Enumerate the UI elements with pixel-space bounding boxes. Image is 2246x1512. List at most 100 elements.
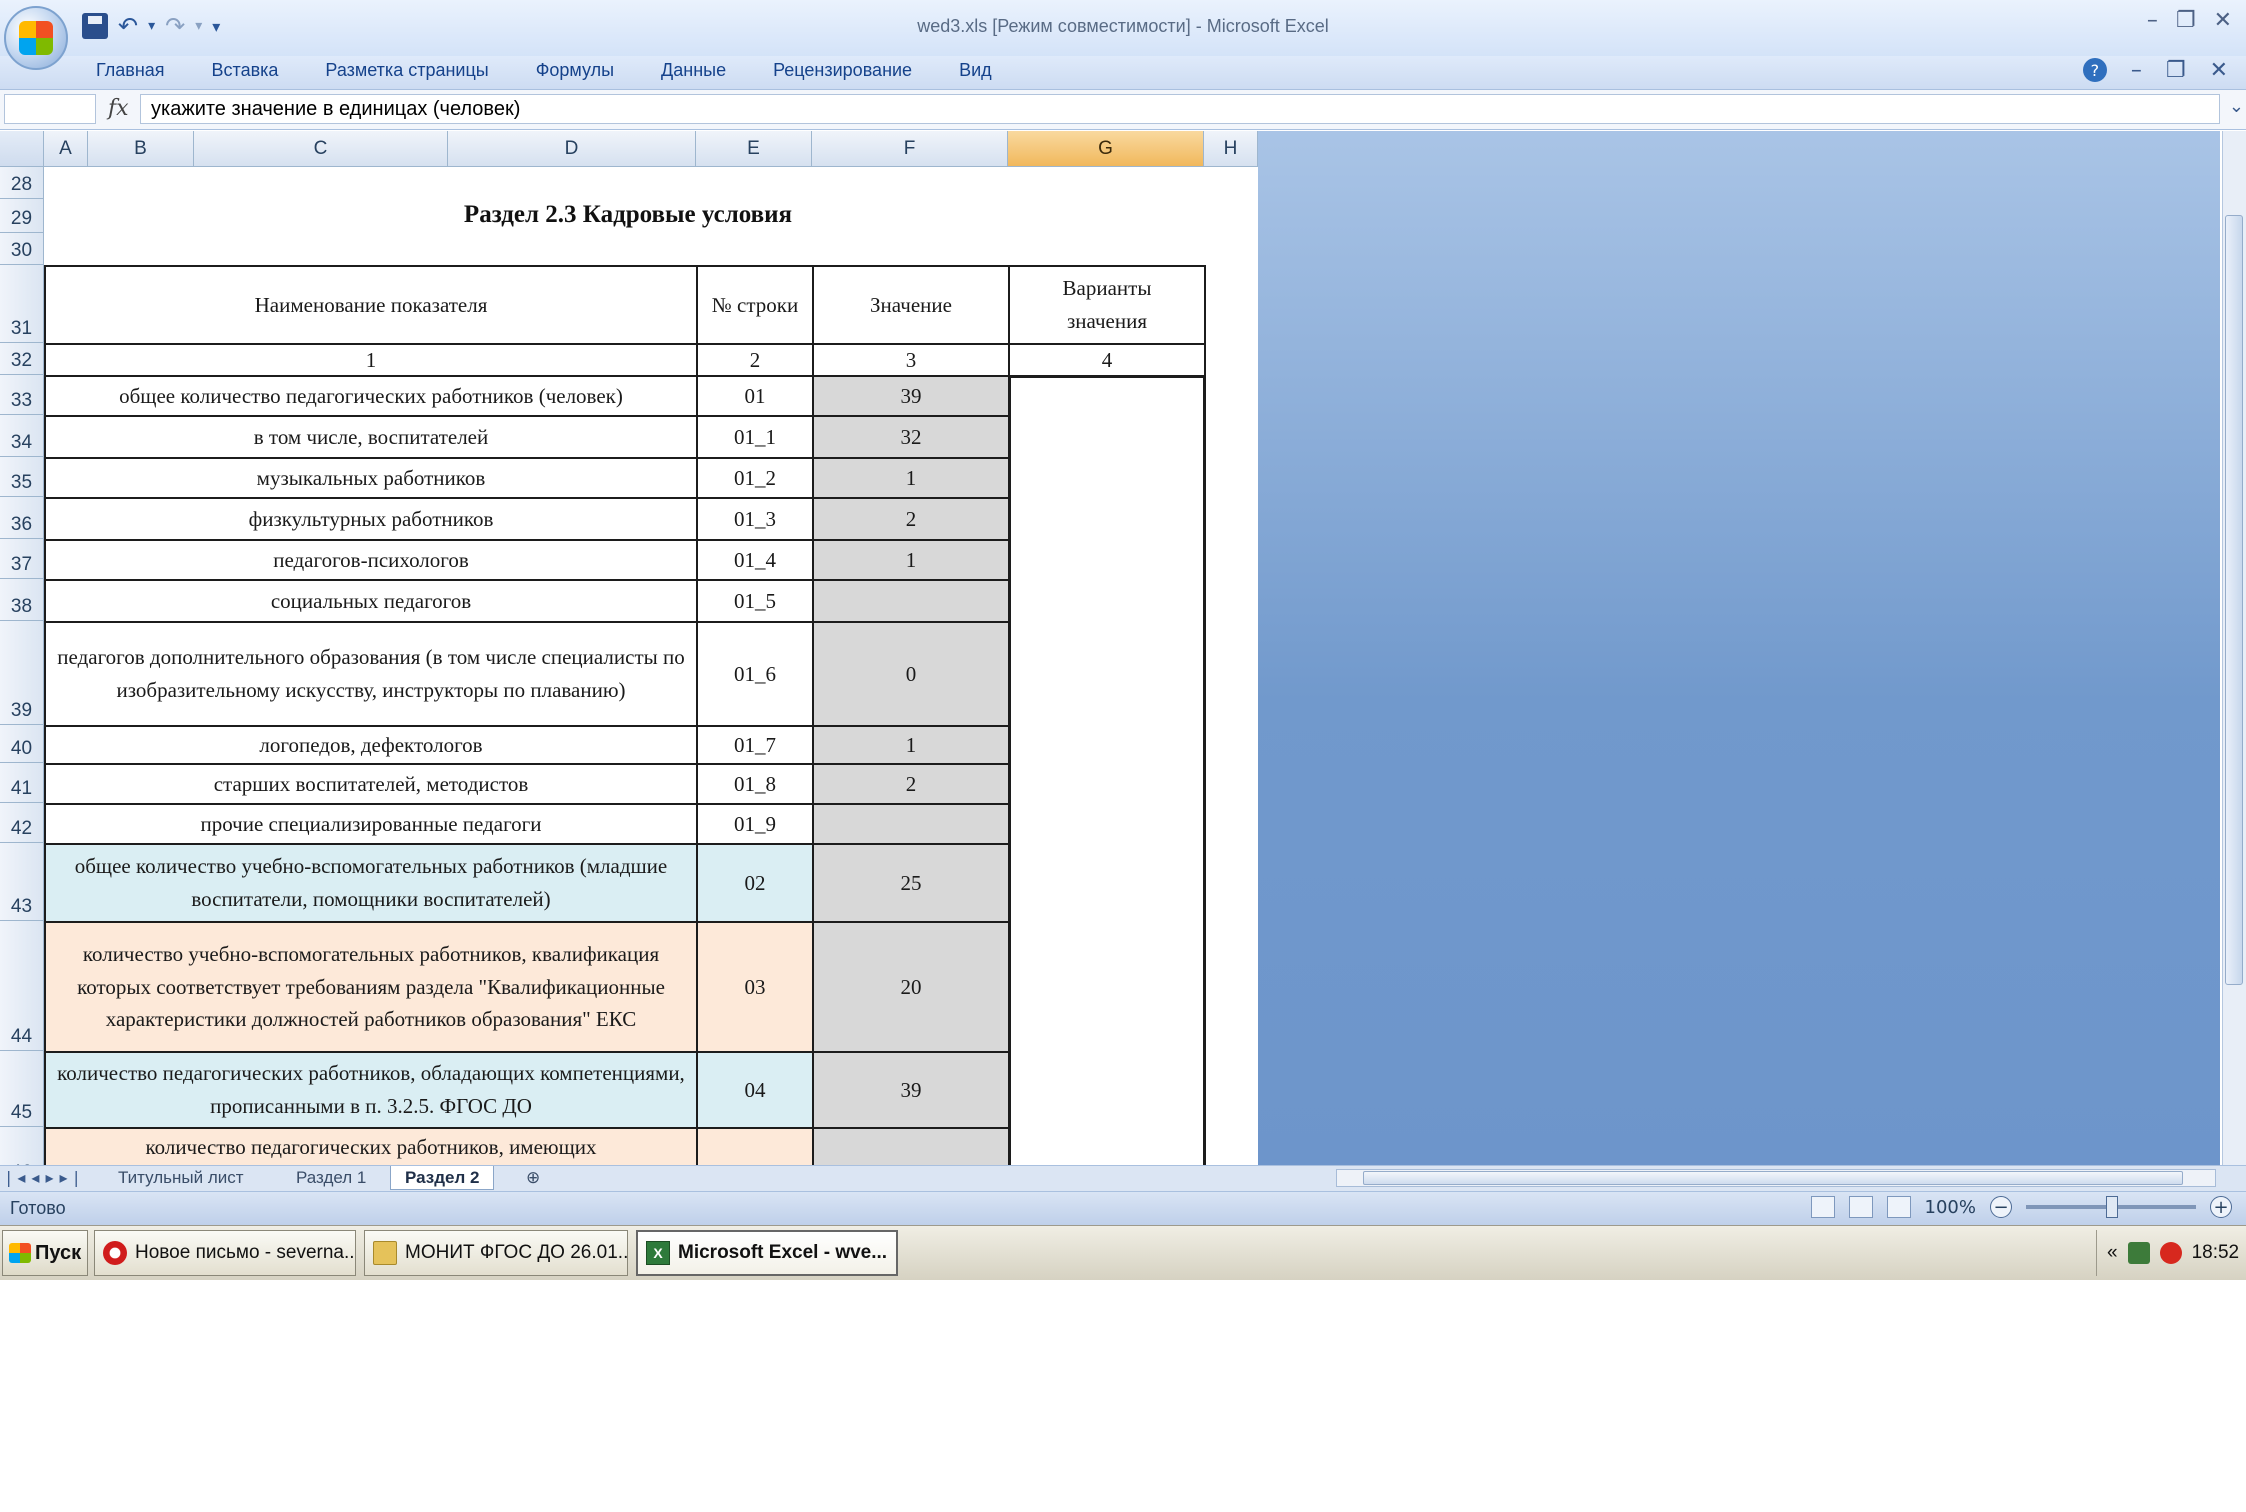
expand-formula-bar-icon[interactable]: ⌄: [2229, 96, 2244, 117]
value-cell[interactable]: 35: [812, 1127, 1010, 1165]
tab-insert[interactable]: Вставка: [212, 60, 279, 81]
row-header[interactable]: 35: [0, 457, 44, 497]
header-row-number[interactable]: № строки: [696, 265, 814, 345]
page-break-view-icon[interactable]: [1886, 1196, 1911, 1218]
tray-expand-icon[interactable]: «: [2107, 1242, 2118, 1264]
index-cell[interactable]: 4: [1008, 343, 1206, 377]
column-header-c[interactable]: C: [194, 131, 448, 167]
row-code-cell[interactable]: 01_5: [696, 579, 814, 623]
start-button[interactable]: Пуск: [2, 1230, 88, 1276]
select-all-corner[interactable]: [0, 131, 44, 167]
header-value-variants[interactable]: Варианты значения: [1008, 265, 1206, 345]
row-code-cell[interactable]: 01: [696, 375, 814, 417]
formula-input[interactable]: укажите значение в единицах (человек): [140, 94, 2220, 124]
minimize-icon[interactable]: –: [2147, 8, 2158, 33]
restore-icon[interactable]: ❐: [2176, 8, 2196, 33]
index-cell[interactable]: 1: [44, 343, 698, 377]
sheet-tab-section1[interactable]: Раздел 1: [282, 1166, 380, 1190]
row-code-cell[interactable]: 02: [696, 843, 814, 923]
task-opera-mail[interactable]: Новое письмо - severna...: [94, 1230, 356, 1276]
worksheet-grid[interactable]: A B C D E F G H 28 29 30 31 32 33 34 35 …: [0, 131, 1258, 1165]
indicator-name-cell[interactable]: общее количество педагогических работник…: [44, 375, 698, 417]
task-folder[interactable]: МОНИТ ФГОС ДО 26.01...: [364, 1230, 628, 1276]
zoom-level[interactable]: 100%: [1925, 1197, 1976, 1218]
value-cell[interactable]: 32: [812, 415, 1010, 459]
index-cell[interactable]: 3: [812, 343, 1010, 377]
row-header[interactable]: 32: [0, 343, 44, 375]
row-header[interactable]: 45: [0, 1051, 44, 1127]
value-cell[interactable]: 39: [812, 1051, 1010, 1129]
indicator-name-cell[interactable]: музыкальных работников: [44, 457, 698, 499]
row-code-cell[interactable]: 01_7: [696, 725, 814, 765]
column-header-g[interactable]: G: [1008, 131, 1204, 167]
horizontal-scrollbar[interactable]: [1336, 1169, 2216, 1187]
row-code-cell[interactable]: 03: [696, 921, 814, 1053]
row-header[interactable]: 46: [0, 1127, 44, 1165]
normal-view-icon[interactable]: [1810, 1196, 1835, 1218]
page-layout-view-icon[interactable]: [1848, 1196, 1873, 1218]
workbook-minimize-icon[interactable]: –: [2131, 58, 2142, 83]
zoom-slider[interactable]: [2026, 1196, 2196, 1218]
row-header[interactable]: 30: [0, 233, 44, 265]
header-value[interactable]: Значение: [812, 265, 1010, 345]
row-header[interactable]: 42: [0, 803, 44, 843]
value-cell[interactable]: [812, 803, 1010, 845]
indicator-name-cell[interactable]: физкультурных работников: [44, 497, 698, 541]
indicator-name-cell[interactable]: общее количество учебно-вспомогательных …: [44, 843, 698, 923]
value-cell[interactable]: 1: [812, 539, 1010, 581]
tab-data[interactable]: Данные: [661, 60, 726, 81]
network-icon[interactable]: [2127, 1242, 2150, 1264]
column-header-d[interactable]: D: [448, 131, 696, 167]
row-header[interactable]: 43: [0, 843, 44, 921]
office-button[interactable]: [4, 6, 68, 70]
column-header-a[interactable]: A: [44, 131, 88, 167]
row-header[interactable]: 41: [0, 763, 44, 803]
indicator-name-cell[interactable]: педагогов-психологов: [44, 539, 698, 581]
tab-view[interactable]: Вид: [959, 60, 992, 81]
value-variants-cell[interactable]: [1008, 375, 1206, 1165]
value-cell[interactable]: 20: [812, 921, 1010, 1053]
row-header[interactable]: 33: [0, 375, 44, 415]
value-cell[interactable]: 1: [812, 457, 1010, 499]
indicator-name-cell[interactable]: старших воспитателей, методистов: [44, 763, 698, 805]
vertical-scroll-thumb[interactable]: [2225, 215, 2243, 985]
row-code-cell[interactable]: 01_8: [696, 763, 814, 805]
task-excel[interactable]: X Microsoft Excel - wve...: [636, 1230, 898, 1276]
workbook-restore-icon[interactable]: ❐: [2166, 58, 2186, 83]
vertical-scrollbar[interactable]: [2222, 131, 2246, 1165]
column-header-f[interactable]: F: [812, 131, 1008, 167]
close-icon[interactable]: ✕: [2214, 8, 2232, 33]
row-code-cell[interactable]: 01_4: [696, 539, 814, 581]
row-code-cell[interactable]: 01_9: [696, 803, 814, 845]
column-header-h[interactable]: H: [1204, 131, 1258, 167]
indicator-name-cell[interactable]: педагогов дополнительного образования (в…: [44, 621, 698, 727]
indicator-name-cell[interactable]: прочие специализированные педагоги: [44, 803, 698, 845]
help-icon[interactable]: ?: [2082, 58, 2107, 82]
indicator-name-cell[interactable]: социальных педагогов: [44, 579, 698, 623]
sheet-nav-arrows-icon[interactable]: |◂◂▸▸|: [6, 1166, 85, 1190]
row-header[interactable]: 36: [0, 497, 44, 539]
zoom-in-icon[interactable]: +: [2210, 1196, 2232, 1218]
row-header[interactable]: 34: [0, 415, 44, 457]
index-cell[interactable]: 2: [696, 343, 814, 377]
zoom-out-icon[interactable]: −: [1990, 1196, 2012, 1218]
antivirus-icon[interactable]: [2159, 1242, 2182, 1264]
insert-sheet-icon[interactable]: ⊕: [512, 1166, 554, 1190]
indicator-name-cell[interactable]: в том числе, воспитателей: [44, 415, 698, 459]
tab-formulas[interactable]: Формулы: [536, 60, 614, 81]
row-header[interactable]: 39: [0, 621, 44, 725]
row-code-cell[interactable]: 01_6: [696, 621, 814, 727]
row-header[interactable]: 37: [0, 539, 44, 579]
row-header[interactable]: 31: [0, 265, 44, 343]
tab-page-layout[interactable]: Разметка страницы: [325, 60, 488, 81]
header-indicator-name[interactable]: Наименование показателя: [44, 265, 698, 345]
indicator-name-cell[interactable]: количество учебно-вспомогательных работн…: [44, 921, 698, 1053]
row-code-cell[interactable]: 05: [696, 1127, 814, 1165]
row-header[interactable]: 44: [0, 921, 44, 1051]
name-box[interactable]: [4, 94, 96, 124]
indicator-name-cell[interactable]: количество педагогических работников, об…: [44, 1051, 698, 1129]
row-header[interactable]: 29: [0, 199, 44, 233]
row-header[interactable]: 28: [0, 167, 44, 199]
tab-review[interactable]: Рецензирование: [773, 60, 912, 81]
value-cell[interactable]: 39: [812, 375, 1010, 417]
